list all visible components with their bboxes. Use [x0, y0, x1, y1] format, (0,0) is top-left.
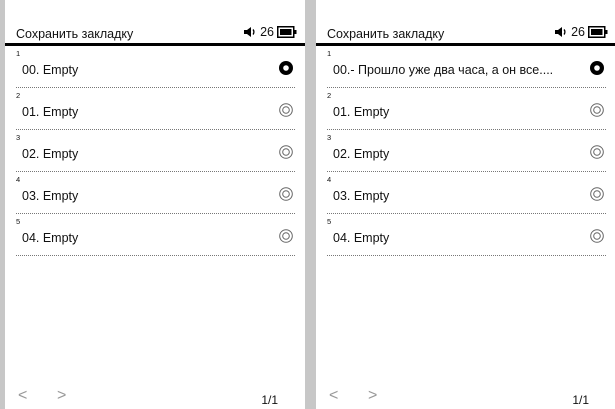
slot-label: 02. Empty	[333, 147, 390, 161]
page-indicator: 1/1	[572, 393, 589, 407]
radio-unselected-icon[interactable]	[279, 187, 293, 201]
radio-unselected-icon[interactable]	[279, 145, 293, 159]
page-title: Сохранить закладку	[16, 27, 134, 41]
header-bar: Сохранить закладку 26	[5, 0, 305, 46]
slot-label: 00.- Прошло уже два часа, а он все....	[333, 63, 554, 77]
slot-number: 3	[327, 133, 332, 142]
radio-unselected-icon[interactable]	[590, 145, 604, 159]
slot-number: 1	[16, 49, 21, 58]
radio-unselected-icon[interactable]	[590, 103, 604, 117]
header-bar: Сохранить закладку 26	[316, 0, 615, 46]
slot-label: 04. Empty	[22, 231, 79, 245]
bookmark-slot-row[interactable]: 1 00. Empty	[16, 46, 295, 88]
slot-number: 2	[16, 91, 21, 100]
bookmark-slot-row[interactable]: 3 02. Empty	[327, 130, 606, 172]
radio-unselected-icon[interactable]	[590, 229, 604, 243]
slot-number: 4	[16, 175, 21, 184]
speaker-icon	[243, 26, 257, 38]
slot-number: 4	[327, 175, 332, 184]
prev-page-button[interactable]: <	[329, 388, 338, 404]
battery-icon	[588, 26, 608, 38]
slot-label: 03. Empty	[22, 189, 79, 203]
bookmark-list: 1 00.- Прошло уже два часа, а он все....…	[327, 46, 606, 256]
speaker-icon	[554, 26, 568, 38]
volume-level: 26	[260, 25, 274, 39]
screen-left: Сохранить закладку 26 1 00. Empty 2 01. …	[5, 0, 305, 409]
page-indicator: 1/1	[261, 393, 278, 407]
radio-unselected-icon[interactable]	[279, 103, 293, 117]
page-title: Сохранить закладку	[327, 27, 445, 41]
status-area: 26	[243, 25, 297, 39]
slot-number: 1	[327, 49, 332, 58]
radio-selected-icon[interactable]	[279, 61, 293, 75]
slot-number: 5	[327, 217, 332, 226]
screen-right: Сохранить закладку 26 1 00.- Прошло уже …	[316, 0, 615, 409]
slot-number: 5	[16, 217, 21, 226]
bookmark-slot-row[interactable]: 3 02. Empty	[16, 130, 295, 172]
bookmark-list: 1 00. Empty 2 01. Empty 3 02. Empty 4 03…	[16, 46, 295, 256]
radio-unselected-icon[interactable]	[279, 229, 293, 243]
bookmark-slot-row[interactable]: 4 03. Empty	[16, 172, 295, 214]
slot-label: 03. Empty	[333, 189, 390, 203]
battery-icon	[277, 26, 297, 38]
bookmark-slot-row[interactable]: 5 04. Empty	[16, 214, 295, 256]
bookmark-slot-row[interactable]: 2 01. Empty	[327, 88, 606, 130]
bookmark-slot-row[interactable]: 5 04. Empty	[327, 214, 606, 256]
prev-page-button[interactable]: <	[18, 388, 27, 404]
volume-level: 26	[571, 25, 585, 39]
slot-number: 2	[327, 91, 332, 100]
next-page-button[interactable]: >	[57, 388, 66, 404]
next-page-button[interactable]: >	[368, 388, 377, 404]
bookmark-slot-row[interactable]: 2 01. Empty	[16, 88, 295, 130]
slot-label: 02. Empty	[22, 147, 79, 161]
slot-label: 00. Empty	[22, 63, 79, 77]
status-area: 26	[554, 25, 608, 39]
slot-number: 3	[16, 133, 21, 142]
radio-unselected-icon[interactable]	[590, 187, 604, 201]
slot-label: 01. Empty	[22, 105, 79, 119]
slot-label: 01. Empty	[333, 105, 390, 119]
slot-label: 04. Empty	[333, 231, 390, 245]
bookmark-slot-row[interactable]: 4 03. Empty	[327, 172, 606, 214]
bookmark-slot-row[interactable]: 1 00.- Прошло уже два часа, а он все....	[327, 46, 606, 88]
radio-selected-icon[interactable]	[590, 61, 604, 75]
